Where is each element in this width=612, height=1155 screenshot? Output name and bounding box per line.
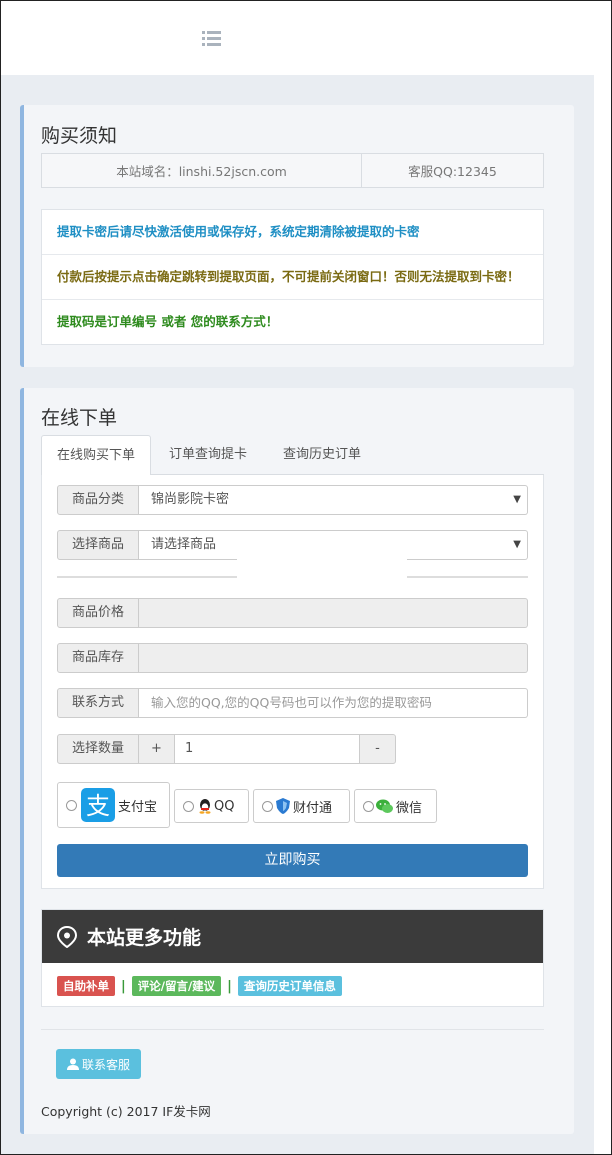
contact-service-label: 联系客服 (81, 1057, 130, 1072)
feedback-link[interactable]: 评论/留言/建议 (131, 976, 222, 996)
site-domain: 本站域名：linshi.52jscn.com (42, 154, 362, 187)
stock-field (139, 643, 528, 673)
more-functions-header: 本站更多功能 (42, 910, 543, 963)
radio-button[interactable] (262, 800, 273, 812)
pay-option-label: 财付通 (293, 800, 333, 816)
more-functions-panel: 本站更多功能 自助补单 | 评论/留言/建议 | 查询历史订单信息 (41, 909, 544, 1007)
quantity-plus-button[interactable]: + (139, 734, 175, 764)
caret-down-icon: ▼ (513, 494, 521, 505)
price-label: 商品价格 (57, 598, 139, 628)
pay-option-qq[interactable]: QQ (174, 789, 249, 823)
notice-card: 购买须知 本站域名：linshi.52jscn.com 客服QQ:12345 提… (20, 105, 574, 367)
price-row: 商品价格 (57, 598, 528, 628)
contact-row: 联系方式 输入您的QQ,您的QQ号码也可以作为您的提取密码 (57, 688, 528, 718)
tab-online-buy[interactable]: 在线购买下单 (41, 435, 151, 476)
qq-penguin-icon (199, 799, 211, 814)
quantity-minus-button[interactable]: - (360, 734, 396, 764)
quantity-label: 选择数量 (57, 734, 139, 764)
category-select[interactable]: 锦尚影院卡密 ▼ (139, 485, 528, 515)
history-orders-link[interactable]: 查询历史订单信息 (237, 976, 342, 996)
radio-button[interactable] (183, 800, 194, 812)
stock-row: 商品库存 (57, 643, 528, 673)
product-selected-value: 请选择商品 (151, 537, 217, 552)
alipay-icon: 支 (81, 788, 115, 822)
category-selected-value: 锦尚影院卡密 (151, 492, 230, 507)
scroll-gutter (594, 1, 611, 1154)
order-form: 商品分类 锦尚影院卡密 ▼ 选择商品 请选择商品 ▼ 商品价格 商品库存 联系方… (41, 475, 544, 889)
more-functions-title: 本站更多功能 (87, 927, 202, 949)
category-row: 商品分类 锦尚影院卡密 ▼ (57, 485, 528, 515)
self-reissue-link[interactable]: 自助补单 (57, 976, 115, 996)
notice-item: 提取码是订单编号 或者 您的联系方式！ (57, 314, 279, 329)
notice-card-title: 购买须知 (41, 125, 118, 147)
notice-item: 付款后按提示点击确定跳转到提取页面，不可提前关闭窗口！否则无法提取到卡密！ (42, 255, 543, 300)
category-label: 商品分类 (57, 485, 139, 515)
notice-item: 提取卡密后请尽快激活使用或保存好，系统定期清除被提取的卡密 (42, 210, 543, 255)
copyright-text: Copyright (c) 2017 IF发卡网 (41, 1104, 211, 1119)
more-links: 自助补单 | 评论/留言/建议 | 查询历史订单信息 (57, 976, 342, 996)
list-icon[interactable] (202, 31, 221, 47)
caret-down-icon: ▼ (513, 539, 521, 550)
site-info-table: 本站域名：linshi.52jscn.com 客服QQ:12345 (41, 153, 544, 188)
user-icon (66, 1058, 79, 1070)
contact-input[interactable]: 输入您的QQ,您的QQ号码也可以作为您的提取密码 (139, 688, 528, 718)
link-separator: | (121, 978, 126, 994)
pay-option-label: QQ (214, 798, 235, 814)
tab-order-query[interactable]: 订单查询提卡 (153, 435, 263, 475)
price-field (139, 598, 528, 628)
pay-option-wechat[interactable]: 微信 (354, 789, 437, 823)
buy-now-button[interactable]: 立即购买 (57, 844, 528, 877)
contact-service-button[interactable]: 联系客服 (56, 1049, 141, 1079)
wechat-icon (376, 799, 393, 813)
order-tabs: 在线购买下单 订单查询提卡 查询历史订单 (41, 435, 544, 476)
top-bar (1, 1, 594, 75)
pay-option-label: 微信 (396, 800, 423, 816)
link-separator: | (227, 978, 232, 994)
tab-history-orders[interactable]: 查询历史订单 (267, 435, 377, 475)
divider (41, 1029, 544, 1030)
location-pin-icon (57, 925, 77, 948)
radio-button[interactable] (363, 800, 374, 812)
product-label: 选择商品 (57, 530, 139, 560)
radio-button[interactable] (66, 799, 77, 811)
pay-option-label: 支付宝 (118, 799, 158, 815)
stock-label: 商品库存 (57, 643, 139, 673)
service-qq: 客服QQ:12345 (408, 164, 497, 179)
contact-label: 联系方式 (57, 688, 139, 718)
pay-option-tenpay[interactable]: 财付通 (253, 789, 350, 823)
order-card: 在线下单 在线购买下单 订单查询提卡 查询历史订单 商品分类 锦尚影院卡密 ▼ … (20, 388, 574, 1134)
notice-list: 提取卡密后请尽快激活使用或保存好，系统定期清除被提取的卡密 付款后按提示点击确定… (41, 209, 544, 345)
svg-text:支: 支 (86, 792, 110, 820)
quantity-stepper: 选择数量 + 1 - (57, 734, 396, 764)
pay-option-alipay[interactable]: 支 支付宝 (57, 782, 170, 828)
order-card-title: 在线下单 (41, 407, 118, 429)
tenpay-shield-icon (276, 798, 290, 814)
quantity-input[interactable]: 1 (175, 734, 360, 764)
